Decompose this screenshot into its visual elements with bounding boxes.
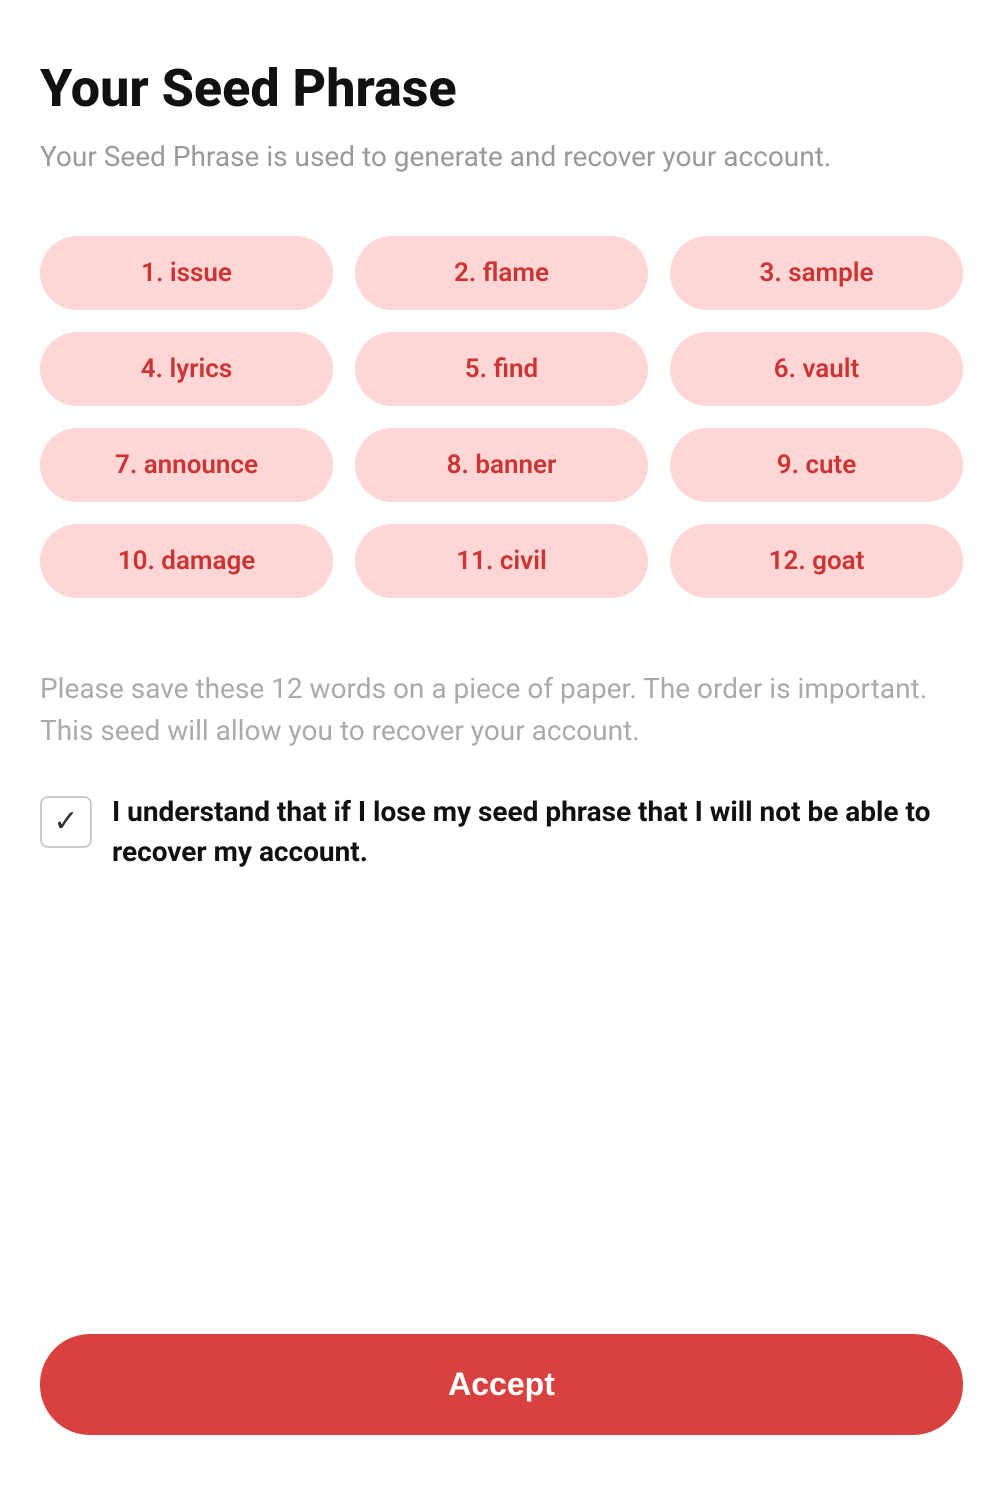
seed-word-10: 10. damage [40,524,333,598]
checkmark-icon: ✓ [53,807,78,837]
accept-button[interactable]: Accept [40,1334,963,1435]
seed-word-4: 4. lyrics [40,332,333,406]
seed-word-2: 2. flame [355,236,648,310]
understand-checkbox[interactable]: ✓ [40,796,92,848]
seed-word-9: 9. cute [670,428,963,502]
seed-word-6: 6. vault [670,332,963,406]
seed-word-7: 7. announce [40,428,333,502]
seed-word-12: 12. goat [670,524,963,598]
seed-phrase-grid: 1. issue 2. flame 3. sample 4. lyrics 5. fin… [40,236,963,598]
checkbox-row[interactable]: ✓ I understand that if I lose my seed ph… [40,792,963,870]
seed-word-8: 8. banner [355,428,648,502]
page-title: Your Seed Phrase [40,60,963,117]
checkbox-label: I understand that if I lose my seed phra… [112,792,963,870]
seed-word-1: 1. issue [40,236,333,310]
notice-text: Please save these 12 words on a piece of… [40,668,963,752]
page-subtitle: Your Seed Phrase is used to generate and… [40,137,963,176]
seed-word-11: 11. civil [355,524,648,598]
seed-word-3: 3. sample [670,236,963,310]
seed-word-5: 5. find [355,332,648,406]
